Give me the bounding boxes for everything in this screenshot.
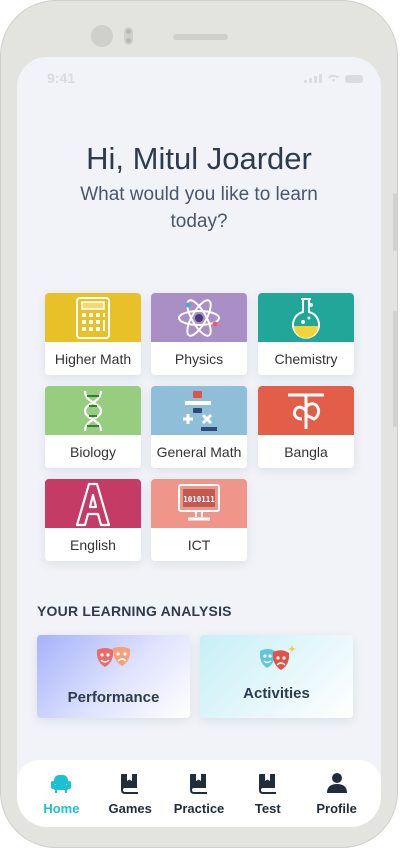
bottom-navigation: Home Games Practice Test Profile bbox=[17, 760, 381, 827]
subject-card-chemistry[interactable]: Chemistry bbox=[258, 293, 354, 375]
volume-up-button bbox=[393, 193, 397, 251]
greeting-subtitle: What would you like to learn today? bbox=[80, 184, 318, 232]
learning-analysis-title: YOUR LEARNING ANALYSIS bbox=[37, 603, 232, 619]
subject-label: Higher Math bbox=[54, 350, 132, 367]
subject-card-biology[interactable]: Biology bbox=[45, 386, 141, 468]
greeting-title: Hi, Mitul Joarder bbox=[86, 141, 312, 176]
activities-card[interactable]: Activities bbox=[200, 635, 353, 718]
front-camera bbox=[91, 25, 113, 47]
subject-card-physics[interactable]: Physics bbox=[151, 293, 247, 375]
power-button bbox=[393, 311, 397, 427]
nav-profile[interactable]: Profile bbox=[307, 760, 367, 827]
wifi-icon bbox=[328, 74, 339, 82]
subject-banner bbox=[45, 386, 141, 435]
app-screen: 9:41 Hi, Mitul Joarder What would you li… bbox=[17, 57, 381, 827]
person-icon bbox=[326, 773, 347, 793]
sensor bbox=[124, 27, 133, 45]
subject-label: ICT bbox=[187, 536, 211, 553]
signal-icon bbox=[304, 74, 322, 83]
subject-card-bangla[interactable]: Bangla bbox=[258, 386, 354, 468]
subject-label: Physics bbox=[174, 350, 224, 367]
subject-banner bbox=[45, 293, 141, 342]
bangla-letter-icon bbox=[288, 393, 324, 429]
nav-label: Test bbox=[254, 801, 281, 816]
speaker-grille bbox=[173, 34, 228, 40]
computer-binary-icon: 1010111 bbox=[178, 483, 220, 520]
performance-label: Performance bbox=[67, 689, 160, 706]
book-icon bbox=[258, 774, 276, 794]
home-chair-icon bbox=[51, 775, 72, 793]
nav-label: Practice bbox=[173, 801, 225, 816]
book-icon bbox=[121, 774, 139, 794]
nav-label: Games bbox=[108, 801, 152, 816]
battery-icon bbox=[345, 75, 363, 83]
phone-frame: 9:41 Hi, Mitul Joarder What would you li… bbox=[0, 0, 398, 848]
subject-label: English bbox=[70, 536, 116, 553]
subject-label: Bangla bbox=[284, 443, 328, 460]
subject-label: Biology bbox=[70, 443, 116, 460]
subject-card-general-math[interactable]: General Math bbox=[151, 386, 247, 468]
math-operators-icon bbox=[183, 390, 217, 431]
theater-masks-icon bbox=[96, 646, 131, 667]
theater-masks-sparkle-icon bbox=[259, 645, 296, 670]
status-icons bbox=[304, 73, 363, 83]
status-time: 9:41 bbox=[47, 70, 76, 86]
subject-label: Chemistry bbox=[274, 350, 338, 367]
dna-icon bbox=[83, 390, 103, 431]
calculator-icon bbox=[76, 296, 110, 339]
nav-label: Home bbox=[43, 801, 80, 816]
subject-card-higher-math[interactable]: Higher Math bbox=[45, 293, 141, 375]
subject-banner bbox=[151, 293, 247, 342]
subject-label: General Math bbox=[156, 443, 242, 460]
nav-games[interactable]: Games bbox=[100, 760, 160, 827]
subject-banner bbox=[151, 386, 247, 435]
binary-text: 1010111 bbox=[183, 495, 215, 504]
activities-label: Activities bbox=[243, 685, 310, 702]
subject-banner bbox=[45, 479, 141, 528]
subject-banner bbox=[258, 293, 354, 342]
subject-banner bbox=[258, 386, 354, 435]
nav-test[interactable]: Test bbox=[238, 760, 298, 827]
subject-banner: 1010111 bbox=[151, 479, 247, 528]
performance-card[interactable]: Performance bbox=[37, 635, 190, 718]
letter-a-icon bbox=[75, 482, 111, 526]
subject-card-ict[interactable]: 1010111 ICT bbox=[151, 479, 247, 561]
subject-card-english[interactable]: English bbox=[45, 479, 141, 561]
book-icon bbox=[189, 774, 207, 794]
nav-home[interactable]: Home bbox=[31, 760, 91, 827]
nav-practice[interactable]: Practice bbox=[169, 760, 229, 827]
flask-icon bbox=[292, 297, 320, 339]
atom-icon bbox=[178, 298, 220, 337]
nav-label: Profile bbox=[316, 801, 357, 816]
